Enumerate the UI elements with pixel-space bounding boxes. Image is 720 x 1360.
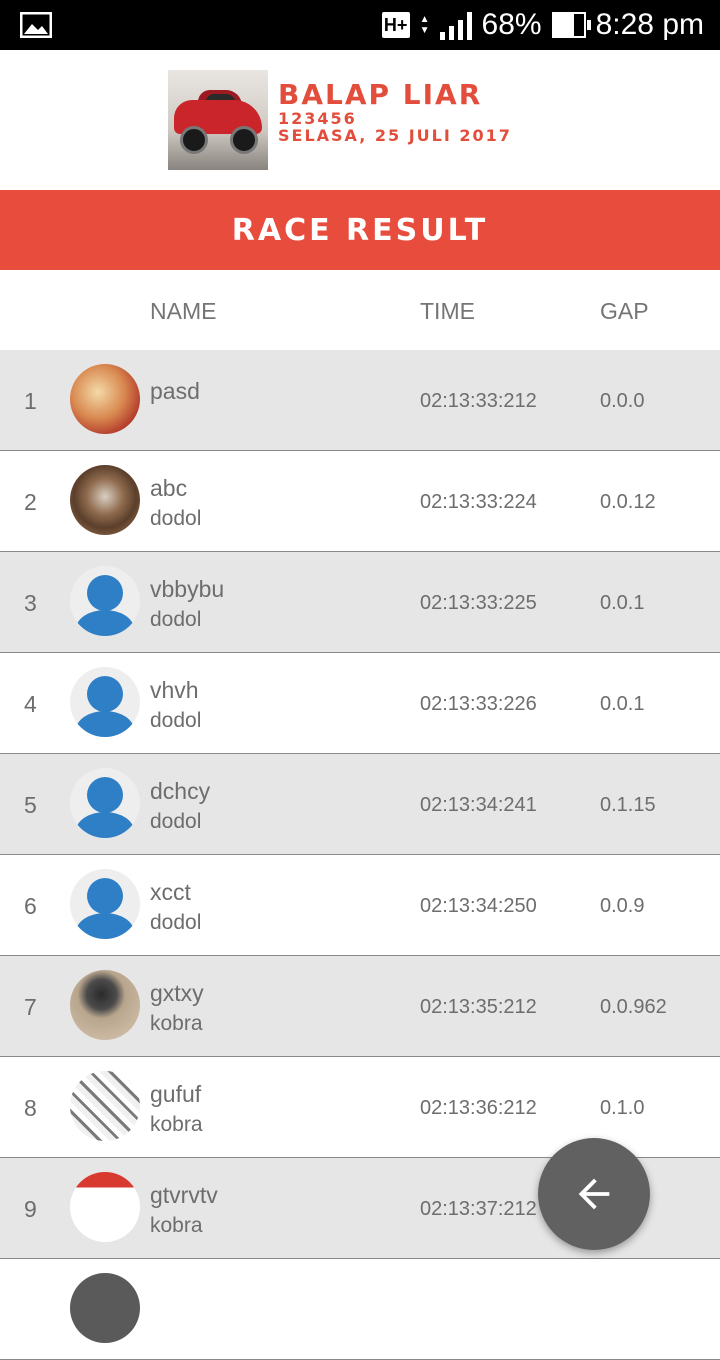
event-header: BALAP LIAR 123456 SELASA, 25 JULI 2017: [0, 50, 720, 190]
racer-team: dodol: [150, 608, 202, 631]
race-time: 02:13:35:212: [420, 996, 537, 1018]
section-title: RACE RESULT: [231, 212, 489, 248]
column-name: NAME: [150, 298, 217, 324]
section-banner: RACE RESULT: [0, 190, 720, 270]
racer-name: gxtxy: [150, 980, 204, 1006]
row-position: 6: [24, 893, 37, 919]
row-position: 9: [24, 1196, 37, 1222]
avatar: [70, 1071, 140, 1141]
avatar: [70, 1273, 140, 1343]
default-avatar-icon: [70, 667, 140, 737]
arrow-back-icon: [578, 1178, 610, 1210]
racer-team: dodol: [150, 810, 202, 833]
event-title: BALAP LIAR: [278, 78, 483, 111]
race-gap: 0.0.12: [600, 491, 656, 513]
racer-team: dodol: [150, 911, 202, 934]
battery-icon: [551, 12, 591, 38]
row-position: 2: [24, 489, 37, 515]
result-row[interactable]: 6 xcct dodol 02:13:34:250 0.0.9: [0, 855, 720, 956]
avatar: [70, 1172, 140, 1242]
race-gap: 0.0.0: [600, 390, 645, 412]
race-time: 02:13:34:250: [420, 895, 537, 917]
race-time: 02:13:33:212: [420, 390, 537, 412]
battery-percent: 68%: [481, 8, 542, 41]
avatar: [70, 465, 140, 535]
racer-name: xcct: [150, 879, 191, 905]
race-gap: 0.0.962: [600, 996, 667, 1018]
default-avatar-icon: [70, 566, 140, 636]
row-position: 1: [24, 388, 37, 414]
racer-team: kobra: [150, 1113, 203, 1136]
clock: 8:28 pm: [595, 8, 704, 41]
event-date: SELASA, 25 JULI 2017: [278, 126, 512, 145]
default-avatar-icon: [70, 869, 140, 939]
race-time: 02:13:33:224: [420, 491, 537, 513]
result-row[interactable]: 4 vhvh dodol 02:13:33:226 0.0.1: [0, 653, 720, 754]
racer-name: gufuf: [150, 1081, 202, 1107]
race-time: 02:13:37:212: [420, 1198, 537, 1220]
result-row[interactable]: 3 vbbybu dodol 02:13:33:225 0.0.1: [0, 552, 720, 653]
status-bar: H+ ▲ ▼ 68% 8:28 pm: [0, 0, 720, 50]
data-activity-icon: ▲ ▼: [419, 14, 430, 36]
racer-name: dchcy: [150, 778, 211, 804]
network-type-icon: H+: [381, 12, 410, 38]
column-gap: GAP: [600, 298, 649, 324]
row-position: 3: [24, 590, 37, 616]
racer-team: dodol: [150, 709, 202, 732]
race-time: 02:13:33:226: [420, 693, 537, 715]
column-time: TIME: [420, 298, 475, 324]
result-row-partial[interactable]: [0, 1259, 720, 1360]
row-position: 4: [24, 691, 37, 717]
row-position: 8: [24, 1095, 37, 1121]
result-row[interactable]: 2 abc dodol 02:13:33:224 0.0.12: [0, 451, 720, 552]
default-avatar-icon: [70, 768, 140, 838]
result-row[interactable]: 7 gxtxy kobra 02:13:35:212 0.0.962: [0, 956, 720, 1057]
racer-name: gtvrvtv: [150, 1182, 218, 1208]
race-gap: 0.0.1: [600, 693, 645, 715]
signal-icon: [439, 10, 472, 40]
race-time: 02:13:34:241: [420, 794, 537, 816]
race-gap: 0.1.15: [600, 794, 656, 816]
event-code: 123456: [278, 109, 357, 128]
result-row[interactable]: 1 pasd 02:13:33:212 0.0.0: [0, 350, 720, 451]
race-car-photo: [168, 70, 268, 170]
column-headers: NAME TIME GAP: [0, 270, 720, 350]
racer-name: vhvh: [150, 677, 199, 703]
racer-team: dodol: [150, 507, 202, 530]
row-position: 7: [24, 994, 37, 1020]
racer-name: vbbybu: [150, 576, 225, 602]
race-time: 02:13:36:212: [420, 1097, 537, 1119]
back-button[interactable]: [538, 1138, 650, 1250]
racer-team: kobra: [150, 1214, 203, 1237]
avatar: [70, 970, 140, 1040]
racer-name: abc: [150, 475, 188, 501]
race-gap: 0.0.9: [600, 895, 645, 917]
gallery-icon: [19, 11, 53, 39]
result-row[interactable]: 5 dchcy dodol 02:13:34:241 0.1.15: [0, 754, 720, 855]
race-time: 02:13:33:225: [420, 592, 537, 614]
race-gap: 0.0.1: [600, 592, 645, 614]
race-gap: 0.1.0: [600, 1097, 645, 1119]
racer-team: kobra: [150, 1012, 203, 1035]
racer-name: pasd: [150, 378, 200, 404]
row-position: 5: [24, 792, 37, 818]
avatar: [70, 364, 140, 434]
